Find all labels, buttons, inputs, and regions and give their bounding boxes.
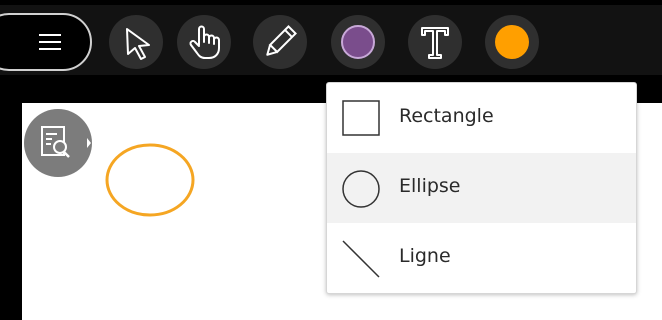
hand-icon <box>189 25 220 59</box>
menu-item-label: Rectangle <box>399 105 494 127</box>
line-icon <box>342 240 380 278</box>
rectangle-icon <box>342 100 380 136</box>
select-tool-button[interactable] <box>109 15 163 69</box>
circle-shape-icon <box>341 25 375 59</box>
color-tool-button[interactable] <box>485 15 539 69</box>
toolbar <box>0 5 662 75</box>
pan-tool-button[interactable] <box>177 15 231 69</box>
menu-item-label: Ellipse <box>399 175 461 197</box>
shape-tool-button[interactable] <box>331 15 385 69</box>
search-document-button[interactable] <box>24 109 92 177</box>
shape-dropdown-menu: Rectangle Ellipse Ligne <box>326 82 637 294</box>
pointer-arrow-icon <box>126 28 150 60</box>
pencil-icon <box>266 25 297 56</box>
search-document-icon <box>41 126 91 158</box>
menu-item-label: Ligne <box>399 245 451 267</box>
color-swatch-icon <box>495 25 529 59</box>
drawn-ellipse-shape[interactable] <box>104 142 196 218</box>
text-t-icon <box>421 27 449 59</box>
menu-item-rectangle[interactable]: Rectangle <box>327 83 636 153</box>
text-tool-button[interactable] <box>408 15 462 69</box>
draw-tool-button[interactable] <box>253 15 307 69</box>
menu-item-ellipse[interactable]: Ellipse <box>327 153 636 223</box>
menu-item-ligne[interactable]: Ligne <box>327 223 636 293</box>
hamburger-menu-icon <box>39 34 61 50</box>
ellipse-icon <box>342 170 380 208</box>
menu-button[interactable] <box>0 13 92 71</box>
